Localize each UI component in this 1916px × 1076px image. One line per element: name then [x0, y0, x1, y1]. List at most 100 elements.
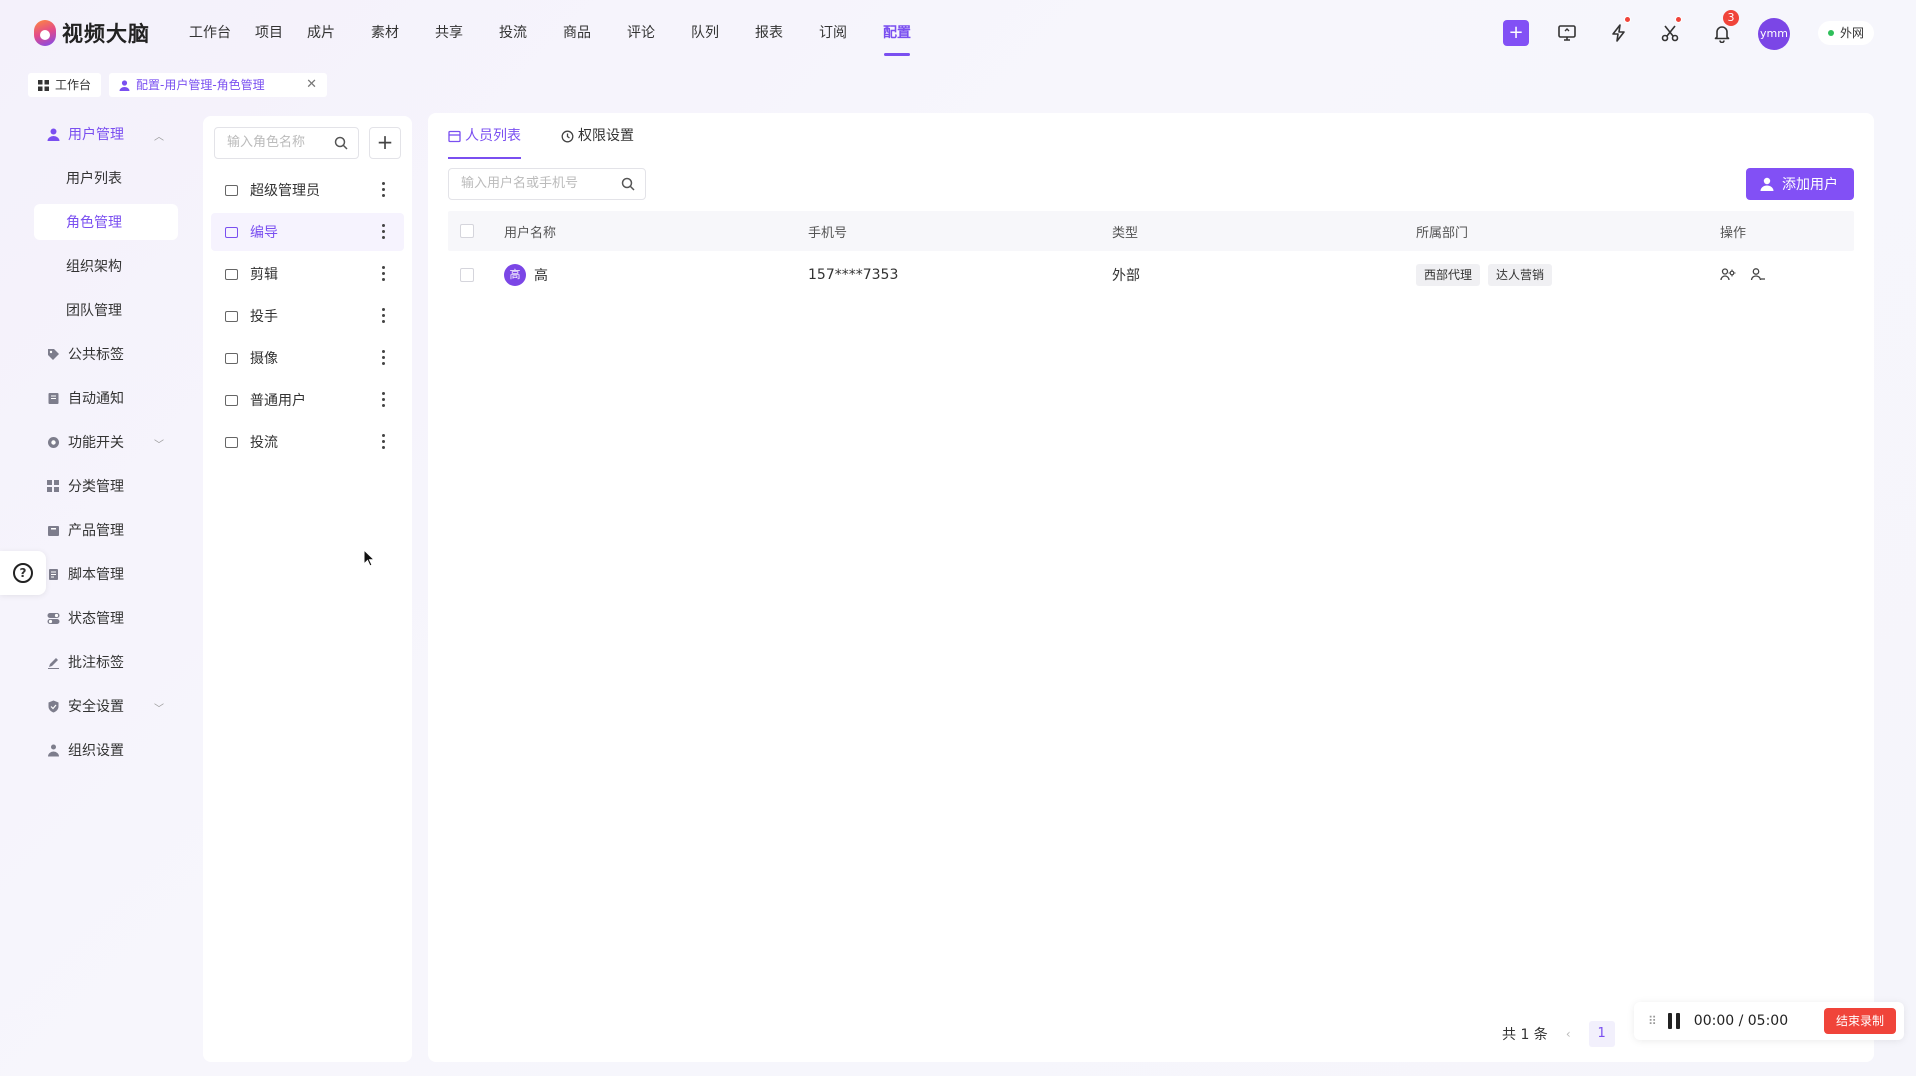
scissors-icon[interactable] [1657, 16, 1683, 46]
list-icon [448, 130, 461, 142]
role-item[interactable]: 剪辑 [211, 255, 404, 293]
help-button[interactable]: ? [0, 551, 46, 595]
sidebar-item-user-mgmt[interactable]: 用户管理 ︿ [34, 116, 178, 152]
box-icon [46, 523, 60, 537]
avatar: 高 [504, 264, 526, 286]
edit-permission-icon[interactable] [1720, 267, 1736, 283]
table-row: 高 高 157****7353 外部 西部代理 达人营销 [448, 251, 1854, 299]
more-vertical-icon[interactable] [382, 308, 386, 323]
close-icon[interactable]: ✕ [306, 73, 317, 97]
nav-config[interactable]: 配置 [882, 0, 912, 66]
nav-ads[interactable]: 投流 [498, 0, 528, 66]
page-tab-workbench[interactable]: 工作台 [28, 73, 102, 97]
user-avatar[interactable]: ymm [1758, 18, 1790, 50]
bell-icon[interactable]: 3 [1709, 10, 1739, 46]
search-icon[interactable] [334, 136, 348, 150]
sidebar-item-script-mgmt[interactable]: 脚本管理 [34, 556, 178, 592]
nav-assets[interactable]: 素材 [370, 0, 400, 66]
add-role-button[interactable]: + [369, 127, 401, 159]
role-item[interactable]: 摄像 [211, 339, 404, 377]
nav-products[interactable]: 商品 [562, 0, 592, 66]
role-item[interactable]: 普通用户 [211, 381, 404, 419]
more-vertical-icon[interactable] [382, 434, 386, 449]
role-card-icon [225, 310, 238, 322]
logo-text: 视频大脑 [62, 22, 150, 46]
sidebar-item-status-mgmt[interactable]: 状态管理 [34, 600, 178, 636]
nav-queue[interactable]: 队列 [690, 0, 720, 66]
nav-shared[interactable]: 共享 [434, 0, 464, 66]
app-logo[interactable]: 视频大脑 [34, 18, 150, 48]
chevron-left-icon[interactable]: ‹ [1566, 1027, 1571, 1041]
nav-projects[interactable]: 项目 [254, 0, 284, 66]
role-card-icon [225, 226, 238, 238]
role-item[interactable]: 超级管理员 [211, 171, 404, 209]
sidebar-item-org-settings[interactable]: 组织设置 [34, 732, 178, 768]
main-nav: 工作台 项目 成片 素材 共享 投流 商品 评论 队列 报表 订阅 配置 [188, 0, 912, 66]
more-vertical-icon[interactable] [382, 266, 386, 281]
sidebar-item-public-tags[interactable]: 公共标签 [34, 336, 178, 372]
sidebar-item-team-mgmt[interactable]: 团队管理 [34, 292, 178, 328]
sidebar-item-category-mgmt[interactable]: 分类管理 [34, 468, 178, 504]
main-panel: 人员列表 权限设置 输入用户名或手机号 添加用户 用户名称 手机号 类型 所属部… [428, 113, 1874, 1062]
sidebar-item-role-mgmt[interactable]: 角色管理 [34, 204, 178, 240]
tab-member-list[interactable]: 人员列表 [448, 113, 521, 159]
grid-icon [46, 479, 60, 493]
user-search-input[interactable]: 输入用户名或手机号 [448, 168, 646, 200]
sidebar-item-label: 自动通知 [68, 391, 124, 407]
column-header-dept: 所属部门 [1416, 225, 1469, 241]
more-vertical-icon[interactable] [382, 350, 386, 365]
add-user-button[interactable]: 添加用户 [1746, 168, 1854, 200]
pause-icon[interactable] [1667, 1013, 1680, 1029]
nav-finished[interactable]: 成片 [306, 0, 336, 66]
nav-subscribe[interactable]: 订阅 [818, 0, 848, 66]
sidebar-item-org-structure[interactable]: 组织架构 [34, 248, 178, 284]
table-header: 用户名称 手机号 类型 所属部门 操作 [448, 211, 1854, 251]
org-icon [46, 743, 60, 757]
role-item[interactable]: 投流 [211, 423, 404, 461]
sidebar-item-feature-switch[interactable]: 功能开关 ﹀ [34, 424, 178, 460]
nav-comments[interactable]: 评论 [626, 0, 656, 66]
user-icon [1760, 177, 1774, 191]
sidebar-item-label: 状态管理 [68, 611, 124, 627]
sidebar-item-user-list[interactable]: 用户列表 [34, 160, 178, 196]
select-all-checkbox[interactable] [460, 224, 474, 238]
row-checkbox[interactable] [460, 268, 474, 282]
page-tabs: 工作台 配置-用户管理-角色管理 ✕ [28, 73, 328, 97]
screen-icon[interactable] [1554, 20, 1580, 46]
search-icon[interactable] [621, 177, 635, 191]
sidebar-item-security-settings[interactable]: 安全设置 ﹀ [34, 688, 178, 724]
create-button[interactable]: + [1503, 20, 1529, 46]
drag-handle-icon[interactable]: ⠿ [1648, 1014, 1657, 1028]
more-vertical-icon[interactable] [382, 224, 386, 239]
stop-recording-button[interactable]: 结束录制 [1823, 1008, 1896, 1034]
sidebar-item-auto-notify[interactable]: 自动通知 [34, 380, 178, 416]
role-item[interactable]: 投手 [211, 297, 404, 335]
nav-workbench[interactable]: 工作台 [188, 0, 232, 66]
page-tab-role-mgmt[interactable]: 配置-用户管理-角色管理 ✕ [109, 73, 328, 97]
column-header-actions: 操作 [1720, 225, 1747, 241]
role-item[interactable]: 编导 [211, 213, 404, 251]
sidebar-item-annotation-tags[interactable]: 批注标签 [34, 644, 178, 680]
sidebar-item-product-mgmt[interactable]: 产品管理 [34, 512, 178, 548]
network-status[interactable]: 外网 [1818, 21, 1875, 45]
tab-permission-settings[interactable]: 权限设置 [561, 113, 634, 159]
nav-reports[interactable]: 报表 [754, 0, 784, 66]
sidebar: 用户管理 ︿ 用户列表 角色管理 组织架构 团队管理 公共标签 自动通知 功能开… [34, 116, 178, 776]
role-card-icon [225, 268, 238, 280]
user-type: 外部 [1112, 268, 1140, 284]
user-phone: 157****7353 [808, 267, 899, 283]
main-tabs: 人员列表 权限设置 [448, 113, 634, 159]
more-vertical-icon[interactable] [382, 392, 386, 407]
column-header-name: 用户名称 [504, 225, 557, 241]
lightning-icon[interactable] [1606, 16, 1632, 46]
more-vertical-icon[interactable] [382, 182, 386, 197]
sidebar-item-label: 脚本管理 [68, 567, 124, 583]
page-tab-label: 工作台 [55, 78, 92, 92]
sidebar-item-label: 用户管理 [68, 127, 124, 143]
page-number[interactable]: 1 [1588, 1021, 1615, 1047]
dept-tag: 西部代理 [1416, 264, 1481, 286]
remove-user-icon[interactable] [1750, 267, 1766, 283]
role-search-input[interactable]: 输入角色名称 [214, 127, 359, 159]
total-count: 共 1 条 [1502, 1027, 1548, 1043]
book-icon [46, 391, 60, 405]
